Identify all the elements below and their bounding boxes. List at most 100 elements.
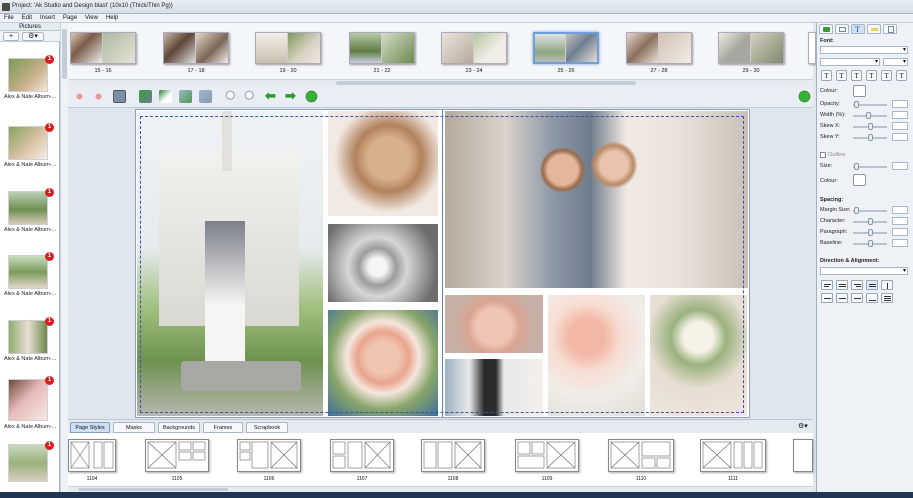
page-style-1104[interactable] (68, 439, 116, 472)
text-colour-swatch[interactable] (853, 85, 866, 97)
margin-knob[interactable] (854, 207, 859, 214)
add-picture-button[interactable]: + (3, 32, 19, 41)
cart-icon[interactable] (798, 90, 811, 103)
menu-view[interactable]: View (81, 14, 102, 21)
export-icon[interactable] (199, 90, 212, 103)
tab-text[interactable]: T (851, 24, 865, 34)
page-style-1111[interactable] (700, 439, 766, 472)
baseline-knob[interactable] (868, 240, 873, 247)
page-style-1106[interactable] (237, 439, 301, 472)
scroll-thumb[interactable] (336, 81, 636, 85)
photo-shoes[interactable] (445, 295, 543, 353)
tab-highlight[interactable] (867, 24, 881, 34)
menu-help[interactable]: Help (102, 14, 122, 21)
outline-colour-swatch[interactable] (853, 174, 866, 186)
page-style-1110[interactable] (608, 439, 674, 472)
picture-thumb-5[interactable] (8, 320, 48, 354)
tab-page-styles[interactable]: Page Styles (70, 422, 110, 433)
outline-checkbox[interactable] (820, 152, 826, 158)
page-style-1108[interactable] (421, 439, 485, 472)
menu-file[interactable]: File (0, 14, 18, 21)
align-vertical-button[interactable] (881, 280, 893, 290)
photo-temple-couple[interactable] (137, 111, 323, 416)
import-icon[interactable] (179, 90, 192, 103)
tab-image[interactable] (835, 24, 849, 34)
direction-select[interactable]: ▾ (820, 267, 908, 275)
scroll-thumb[interactable] (78, 488, 228, 491)
subscript-button[interactable]: T (866, 70, 877, 81)
gear-icon[interactable]: ⚙▾ (798, 422, 812, 432)
uppercase-button[interactable]: T (896, 70, 907, 81)
width-input[interactable] (892, 111, 908, 119)
skew-y-input[interactable] (892, 133, 908, 141)
tab-page[interactable] (883, 24, 897, 34)
spread-thumb-15-16[interactable] (70, 32, 136, 64)
spread-thumb-17-18[interactable] (163, 32, 229, 64)
menu-edit[interactable]: Edit (18, 14, 36, 21)
align-middle-right-button[interactable] (851, 293, 863, 303)
page-style-1109[interactable] (515, 439, 579, 472)
font-style-select[interactable]: ▾ (820, 58, 880, 66)
spread-thumb-27-28[interactable] (626, 32, 692, 64)
opacity-knob[interactable] (854, 101, 859, 108)
photo-bouquet[interactable] (328, 310, 438, 416)
photo-boutonniere[interactable] (650, 295, 747, 416)
spread-thumb-partial[interactable] (808, 32, 816, 64)
tab-scrapbook[interactable]: Scrapbook (246, 422, 288, 433)
pictures-scrollbar[interactable] (60, 23, 68, 498)
tab-clipart[interactable] (819, 24, 833, 34)
album-spread[interactable] (135, 109, 750, 418)
paragraph-knob[interactable] (868, 229, 873, 236)
character-knob[interactable] (868, 218, 873, 225)
add-photo-icon[interactable] (139, 90, 152, 103)
spread-thumb-25-26[interactable] (533, 32, 599, 64)
page-style-partial[interactable] (793, 439, 813, 472)
picture-thumb-2[interactable] (8, 126, 48, 160)
align-top-left-button[interactable] (821, 280, 833, 290)
spreads-scrollbar[interactable] (68, 79, 813, 86)
go-icon[interactable] (305, 90, 318, 103)
tab-frames[interactable]: Frames (203, 422, 243, 433)
photo-couple-embrace[interactable] (445, 111, 748, 288)
width-knob[interactable] (866, 112, 871, 119)
margin-input[interactable] (892, 206, 908, 214)
spread-thumb-29-30[interactable] (718, 32, 784, 64)
superscript-button[interactable]: T (851, 70, 862, 81)
photo-boutonniere-tie[interactable] (445, 359, 543, 416)
spread-thumb-23-24[interactable] (441, 32, 507, 64)
page-style-1105[interactable] (145, 439, 209, 472)
align-top-center-button[interactable] (836, 280, 848, 290)
align-distribute-button[interactable] (881, 293, 893, 303)
add-text-icon[interactable] (159, 90, 172, 103)
menu-page[interactable]: Page (59, 14, 81, 21)
scroll-thumb[interactable] (62, 29, 67, 79)
skew-y-knob[interactable] (868, 134, 873, 141)
photo-bouquet-ribbon[interactable] (548, 295, 645, 416)
picture-thumb-3[interactable] (8, 191, 48, 225)
save-icon[interactable] (113, 90, 126, 103)
outline-size-knob[interactable] (854, 163, 859, 170)
strikethrough-button[interactable]: T (836, 70, 847, 81)
bold-button[interactable]: T (821, 70, 832, 81)
outline-size-input[interactable] (892, 162, 908, 170)
page-style-1107[interactable] (330, 439, 394, 472)
align-top-right-button[interactable] (851, 280, 863, 290)
picture-thumb-7[interactable] (8, 444, 48, 482)
picture-thumb-1[interactable] (8, 58, 48, 92)
menu-insert[interactable]: Insert (36, 14, 59, 21)
italic-button[interactable]: T (881, 70, 892, 81)
photo-hair-detail[interactable] (328, 111, 438, 216)
opacity-input[interactable] (892, 100, 908, 108)
picture-thumb-4[interactable] (8, 255, 48, 289)
skew-x-input[interactable] (892, 122, 908, 130)
undo-icon[interactable] (73, 90, 86, 103)
align-middle-center-button[interactable] (836, 293, 848, 303)
character-input[interactable] (892, 217, 908, 225)
paragraph-input[interactable] (892, 228, 908, 236)
align-justify-button[interactable] (866, 280, 878, 290)
picture-thumb-6[interactable] (8, 379, 48, 421)
arrow-right-icon[interactable]: ➡ (285, 89, 298, 103)
skew-x-knob[interactable] (868, 123, 873, 130)
tab-backgrounds[interactable]: Backgrounds (158, 422, 200, 433)
font-size-select[interactable]: ▾ (883, 58, 908, 66)
